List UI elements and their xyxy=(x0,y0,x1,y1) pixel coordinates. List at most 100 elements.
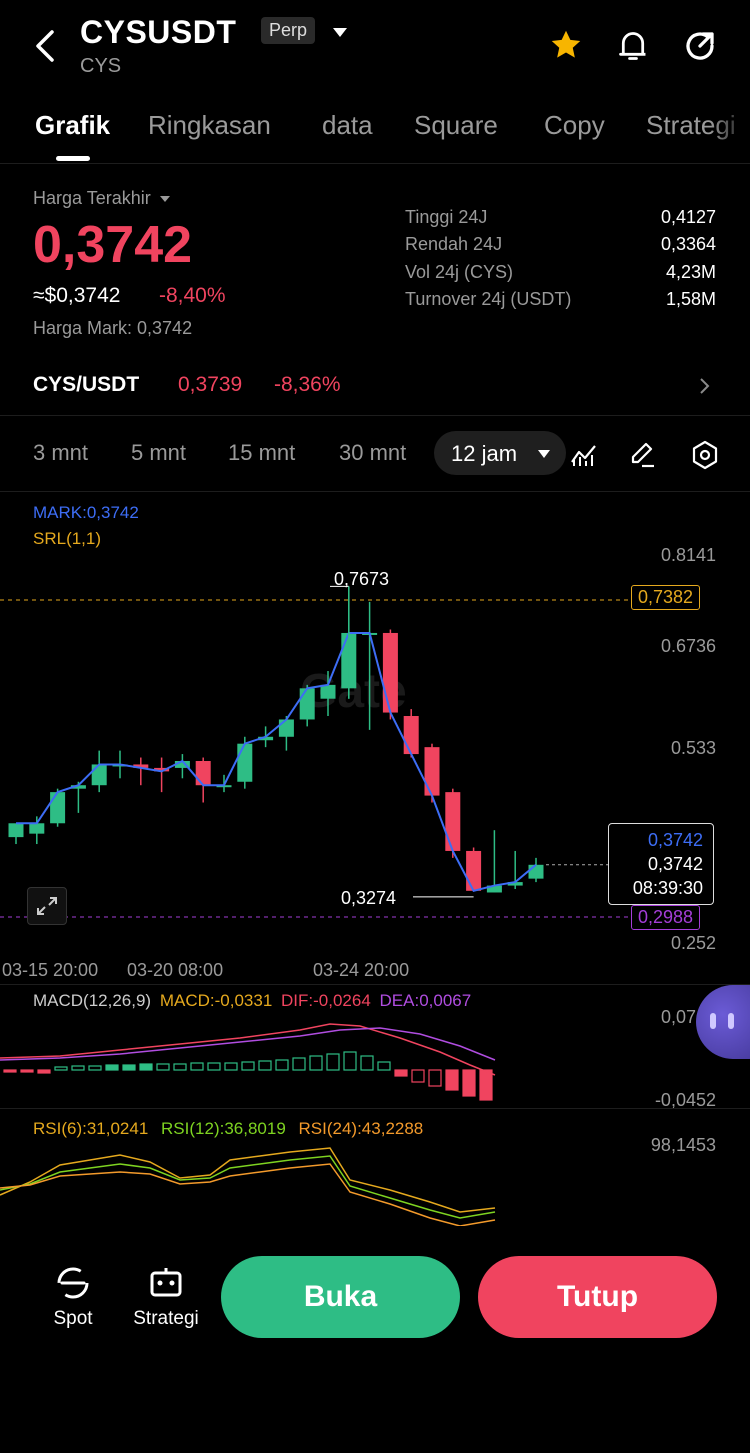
share-button[interactable] xyxy=(682,28,718,69)
spot-pair-row[interactable]: CYS/USDT 0,3739 -8,36% xyxy=(0,360,750,412)
assistant-eye-icon xyxy=(728,1013,734,1029)
alert-button[interactable] xyxy=(616,28,650,69)
candle-body xyxy=(195,760,211,786)
back-button[interactable] xyxy=(30,28,64,64)
bottom-bar: Spot Strategi Buka Tutup xyxy=(0,1226,750,1453)
macd-histogram-bar xyxy=(343,1051,357,1071)
macd-legend: MACD(12,26,9) MACD:-0,0331 DIF:-0,0264 D… xyxy=(33,991,471,1011)
caret-down-icon xyxy=(538,450,550,458)
timeframe-15m[interactable]: 15 mnt xyxy=(228,440,295,466)
rsi-24-line xyxy=(0,1163,496,1226)
srl-top-price-label: 0,7382 xyxy=(631,585,701,610)
macd-histogram-bar xyxy=(411,1069,425,1083)
candle-body xyxy=(237,743,253,782)
candle-countdown: 08:39:30 xyxy=(632,878,703,898)
y-tick: 0.6736 xyxy=(660,636,716,656)
tab-copy[interactable]: Copy xyxy=(544,110,605,141)
macd-histogram-bar xyxy=(224,1062,238,1071)
current-price-box: 0,3742 0,3742 08:39:30 xyxy=(608,823,714,905)
stat-label-vol: Vol 24j (CYS) xyxy=(405,262,514,282)
candle-body xyxy=(299,688,315,720)
mark-price: Harga Mark: 0,3742 xyxy=(33,318,193,338)
stat-value-vol: 4,23M xyxy=(665,262,716,282)
srl-bottom-price-label: 0,2988 xyxy=(631,905,701,930)
y-tick: 0.8141 xyxy=(660,545,716,565)
high-price-label: 0,7673 xyxy=(334,569,390,589)
perp-badge: Perp xyxy=(261,17,316,44)
expand-icon xyxy=(37,897,57,915)
macd-histogram-bar xyxy=(71,1065,85,1071)
rsi-12-line xyxy=(0,1155,496,1219)
candle-body xyxy=(424,747,440,796)
symbol-title[interactable]: CYSUSDT xyxy=(80,14,236,51)
spot-pair-name: CYS/USDT xyxy=(33,373,140,396)
indicator-icon[interactable] xyxy=(569,440,599,468)
macd-histogram-bar xyxy=(309,1055,323,1071)
divider xyxy=(0,415,750,416)
tab-square[interactable]: Square xyxy=(414,110,498,141)
y-tick: 0.533 xyxy=(670,738,716,758)
stat-value-high: 0,4127 xyxy=(660,207,716,227)
symbol-subtitle: CYS xyxy=(80,55,122,77)
back-icon xyxy=(36,30,54,62)
macd-value: MACD:-0,0331 xyxy=(159,991,273,1010)
macd-histogram-bar xyxy=(394,1069,408,1077)
y-tick: 0.252 xyxy=(670,933,716,953)
usd-price: ≈$0,3742 xyxy=(33,284,121,307)
macd-histogram-bar xyxy=(241,1061,255,1071)
candle-body xyxy=(91,764,107,786)
current-last-price: 0,3742 xyxy=(647,854,703,874)
macd-histogram-bar xyxy=(292,1057,306,1071)
candle-body xyxy=(445,792,461,851)
star-icon xyxy=(551,30,581,58)
candle-body xyxy=(8,823,24,838)
spot-nav-button[interactable]: Spot xyxy=(38,1264,108,1334)
macd-histogram-bar xyxy=(190,1062,204,1071)
close-position-button[interactable]: Tutup xyxy=(478,1256,717,1338)
settings-gear-icon[interactable] xyxy=(690,440,720,470)
rsi-6-line xyxy=(0,1147,496,1213)
symbol-dropdown-icon[interactable] xyxy=(333,28,347,37)
timeframe-5m[interactable]: 5 mnt xyxy=(131,440,186,466)
macd-histogram-bar xyxy=(377,1061,391,1071)
macd-histogram-bar xyxy=(139,1063,153,1071)
x-tick: 03-20 08:00 xyxy=(127,960,224,980)
macd-histogram-bar xyxy=(105,1064,119,1071)
macd-histogram-bar xyxy=(258,1060,272,1071)
robot-icon xyxy=(150,1268,182,1297)
candle-body xyxy=(403,716,419,755)
macd-histogram-bar xyxy=(428,1069,442,1087)
last-price-label[interactable]: Harga Terakhir xyxy=(33,188,170,209)
macd-histogram-bar xyxy=(326,1053,340,1071)
share-icon xyxy=(686,32,714,60)
candle-body xyxy=(382,632,398,713)
dif-line xyxy=(0,1023,496,1076)
tab-grafik[interactable]: Grafik xyxy=(35,110,110,141)
macd-histogram-bar xyxy=(207,1062,221,1071)
tab-ringkasan[interactable]: Ringkasan xyxy=(148,110,271,141)
timeframe-30m[interactable]: 30 mnt xyxy=(339,440,406,466)
open-position-button[interactable]: Buka xyxy=(221,1256,460,1338)
tab-data[interactable]: data xyxy=(322,110,373,141)
x-tick: 03-15 20:00 xyxy=(2,960,99,980)
fullscreen-button[interactable] xyxy=(27,887,67,925)
strategi-nav-button[interactable]: Strategi xyxy=(126,1264,206,1334)
macd-histogram-bar xyxy=(360,1055,374,1071)
draw-pen-icon[interactable] xyxy=(628,440,658,468)
macd-histogram-bar xyxy=(20,1069,34,1073)
macd-histogram-bar xyxy=(275,1059,289,1071)
macd-dea: DEA:0,0067 xyxy=(379,991,472,1010)
favorite-button[interactable] xyxy=(548,27,584,68)
macd-histogram-bar xyxy=(3,1069,17,1073)
timeframe-3m[interactable]: 3 mnt xyxy=(33,440,88,466)
candle-body xyxy=(29,823,45,834)
strategi-nav-label: Strategi xyxy=(133,1308,199,1329)
tab-strategi-clip: Strategi xyxy=(646,104,750,148)
candle-body xyxy=(466,850,482,891)
chevron-right-icon xyxy=(700,378,710,394)
macd-histogram-bar xyxy=(462,1069,476,1097)
macd-histogram-bar xyxy=(479,1069,493,1101)
timeframe-12h-selector[interactable]: 12 jam xyxy=(434,431,566,475)
last-price: 0,3742 xyxy=(33,216,193,274)
macd-chart xyxy=(0,1023,496,1101)
